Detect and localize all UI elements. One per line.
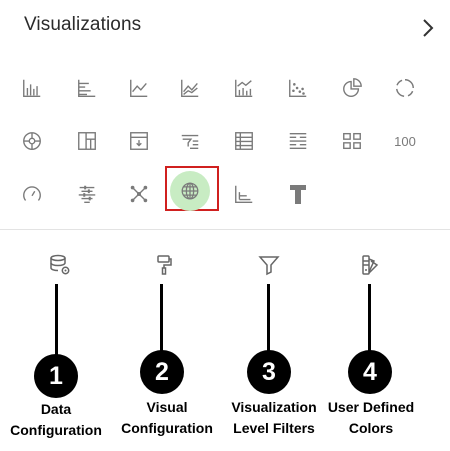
caption-line: Configuration (10, 422, 102, 438)
text-icon[interactable] (283, 179, 313, 209)
annotation-badge-2: 2 (140, 350, 184, 394)
bar-chart-icon[interactable] (17, 73, 47, 103)
caption-line: Visual (146, 399, 188, 415)
area-chart-icon[interactable] (175, 73, 205, 103)
funnel-filter-icon[interactable] (175, 126, 205, 156)
caption-data-configuration: Data Configuration (0, 399, 116, 441)
caption-user-defined-colors: User Defined Colors (311, 397, 431, 439)
pie-chart-icon[interactable] (337, 73, 367, 103)
caption-line: Colors (348, 420, 394, 436)
caption-line: Configuration (121, 420, 213, 436)
sunburst-icon[interactable] (17, 126, 47, 156)
timeline-icon[interactable] (72, 179, 102, 209)
chevron-right-icon[interactable] (418, 15, 438, 41)
list-icon[interactable] (283, 126, 313, 156)
visualization-level-filters-icon[interactable] (255, 251, 283, 279)
number-tile-label: 100 (394, 133, 416, 149)
map-globe-icon[interactable] (175, 176, 205, 206)
visual-configuration-icon[interactable] (150, 251, 178, 279)
scatter-icon[interactable] (283, 73, 313, 103)
gauge-icon[interactable] (17, 179, 47, 209)
annotation-badge-1: 1 (34, 354, 78, 398)
caption-line: Data (40, 401, 72, 417)
correlation-icon[interactable] (229, 179, 259, 209)
tile-grid-icon[interactable] (337, 126, 367, 156)
treemap-icon[interactable] (72, 126, 102, 156)
donut-chart-icon[interactable] (390, 73, 420, 103)
horizontal-bar-icon[interactable] (72, 73, 102, 103)
pivot-table-icon[interactable] (124, 126, 154, 156)
table-icon[interactable] (229, 126, 259, 156)
annotation-line-1 (55, 284, 58, 358)
panel-title: Visualizations (24, 14, 142, 35)
number-tile[interactable]: 100 (390, 126, 420, 156)
annotation-line-3 (267, 284, 270, 352)
caption-visual-configuration: Visual Configuration (107, 397, 227, 439)
combo-bar-line-icon[interactable] (229, 73, 259, 103)
annotation-line-2 (160, 284, 163, 352)
data-configuration-icon[interactable] (46, 251, 74, 279)
user-defined-colors-icon[interactable] (356, 251, 384, 279)
network-graph-icon[interactable] (124, 179, 154, 209)
annotation-line-4 (368, 284, 371, 352)
annotation-badge-3: 3 (247, 350, 291, 394)
line-chart-icon[interactable] (124, 73, 154, 103)
section-divider (0, 229, 450, 230)
caption-line: User Defined (327, 399, 415, 415)
annotation-badge-4: 4 (348, 350, 392, 394)
